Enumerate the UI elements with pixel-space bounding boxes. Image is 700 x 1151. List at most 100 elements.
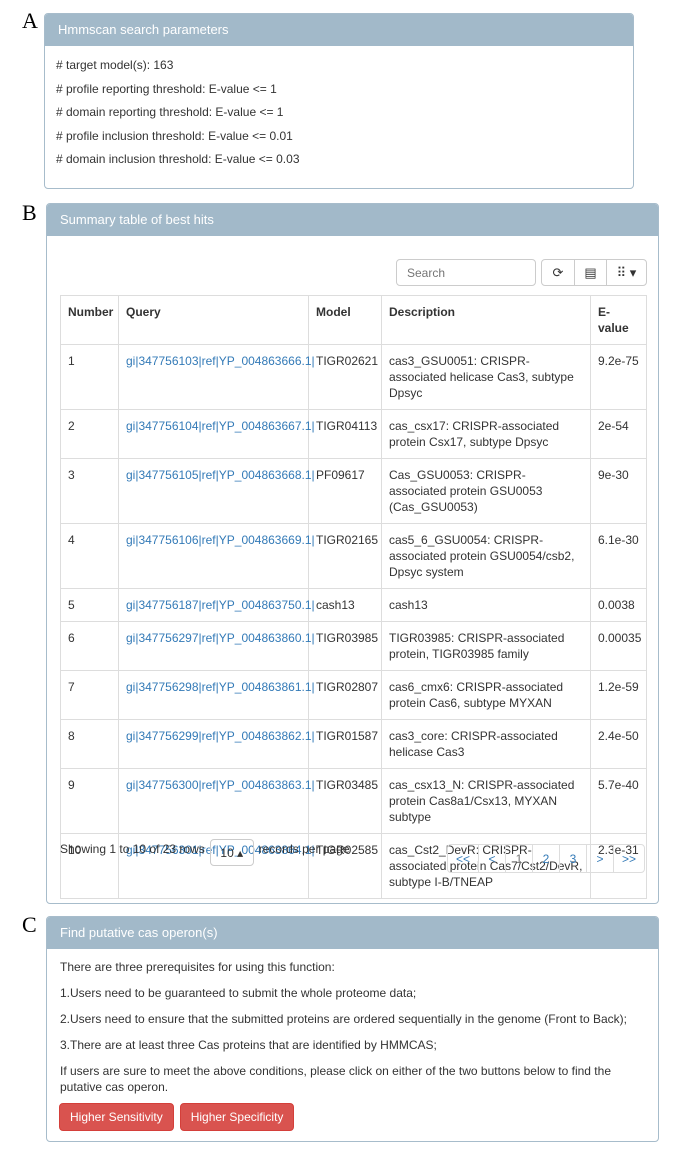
cell-evalue: 9.2e-75: [590, 344, 647, 410]
page-button[interactable]: 1: [504, 845, 532, 872]
cell-query: gi|347756106|ref|YP_004863669.1|: [118, 523, 315, 589]
column-header-description[interactable]: Description: [381, 295, 591, 345]
higher-sensitivity-button[interactable]: Higher Sensitivity: [59, 1103, 174, 1131]
query-link[interactable]: gi|347756106|ref|YP_004863669.1|: [126, 533, 315, 547]
cell-number: 9: [60, 768, 119, 834]
results-table: Number Query Model Description E-value 1 gi|3…: [60, 295, 647, 899]
cell-evalue: 0.0038: [590, 588, 647, 622]
cell-model: TIGR02807: [308, 670, 382, 720]
parameter-line: # profile reporting threshold: E-value <…: [56, 81, 277, 96]
column-header-number[interactable]: Number: [60, 295, 119, 345]
query-link[interactable]: gi|347756104|ref|YP_004863667.1|: [126, 419, 315, 433]
search-parameters-panel: Hmmscan search parameters # target model…: [44, 13, 634, 189]
cell-evalue: 2.4e-50: [590, 719, 647, 769]
cell-model: TIGR02165: [308, 523, 382, 589]
query-link[interactable]: gi|347756105|ref|YP_004863668.1|: [126, 468, 315, 482]
column-header-e-value[interactable]: E-value: [590, 295, 647, 345]
query-link[interactable]: gi|347756187|ref|YP_004863750.1|: [126, 598, 315, 612]
cell-query: gi|347756300|ref|YP_004863863.1|: [118, 768, 315, 834]
operon-text: There are three prerequisites for using …: [60, 960, 335, 974]
query-link[interactable]: gi|347756299|ref|YP_004863862.1|: [126, 729, 315, 743]
page-size-dropdown[interactable]: 10 ▴: [209, 839, 254, 866]
cell-query: gi|347756299|ref|YP_004863862.1|: [118, 719, 315, 769]
cell-number: 7: [60, 670, 119, 720]
query-link[interactable]: gi|347756103|ref|YP_004863666.1|: [126, 354, 315, 368]
parameter-line: # profile inclusion threshold: E-value <…: [56, 128, 293, 143]
panel-title: Find putative cas operon(s): [47, 917, 658, 949]
panel-title: Hmmscan search parameters: [45, 14, 633, 46]
cell-evalue: 6.1e-30: [590, 523, 647, 589]
query-link[interactable]: gi|347756297|ref|YP_004863860.1|: [126, 631, 315, 645]
cell-number: 3: [60, 458, 119, 524]
cell-description: cas_csx13_N: CRISPR-associated protein C…: [381, 768, 591, 834]
operon-text: 2.Users need to ensure that the submitte…: [60, 1012, 627, 1026]
cell-number: 4: [60, 523, 119, 589]
cell-number: 6: [60, 621, 119, 671]
cell-query: gi|347756105|ref|YP_004863668.1|: [118, 458, 315, 524]
cell-number: 1: [60, 344, 119, 410]
cell-evalue: 9e-30: [590, 458, 647, 524]
cell-evalue: 5.7e-40: [590, 768, 647, 834]
cell-model: TIGR03985: [308, 621, 382, 671]
cell-model: TIGR01587: [308, 719, 382, 769]
cell-model: cash13: [308, 588, 382, 622]
cell-model: TIGR03485: [308, 768, 382, 834]
cell-evalue: 0.00035: [590, 621, 647, 671]
page-button[interactable]: 3: [558, 845, 586, 872]
cell-number: 5: [60, 588, 119, 622]
cell-model: TIGR02621: [308, 344, 382, 410]
table-row: 4 gi|347756106|ref|YP_004863669.1| TIGR021…: [60, 523, 647, 589]
cell-description: cas5_6_GSU0054: CRISPR-associated protei…: [381, 523, 591, 589]
cell-model: TIGR04113: [308, 409, 382, 459]
cell-query: gi|347756297|ref|YP_004863860.1|: [118, 621, 315, 671]
operon-panel: Find putative cas operon(s) There are th…: [46, 916, 659, 1142]
table-row: 2 gi|347756104|ref|YP_004863667.1| TIGR041…: [60, 409, 647, 459]
panel-title: Summary table of best hits: [47, 204, 658, 236]
table-row: 3 gi|347756105|ref|YP_004863668.1| PF09617…: [60, 458, 647, 524]
query-link[interactable]: gi|347756300|ref|YP_004863863.1|: [126, 778, 315, 792]
operon-text: 3.There are at least three Cas proteins …: [60, 1038, 437, 1052]
cell-query: gi|347756187|ref|YP_004863750.1|: [118, 588, 315, 622]
page-button[interactable]: <<: [448, 845, 478, 872]
operon-text: 1.Users need to be guaranteed to submit …: [60, 986, 417, 1000]
grid-menu-icon[interactable]: ⠿ ▾: [606, 260, 646, 285]
cell-description: Cas_GSU0053: CRISPR-associated protein G…: [381, 458, 591, 524]
parameter-line: # domain inclusion threshold: E-value <=…: [56, 152, 300, 166]
cell-description: cas6_cmx6: CRISPR-associated protein Cas…: [381, 670, 591, 720]
higher-specificity-button[interactable]: Higher Specificity: [179, 1103, 295, 1131]
pagination: << <1 2 3 > >>: [446, 844, 645, 873]
cell-query: gi|347756104|ref|YP_004863667.1|: [118, 409, 315, 459]
column-header-query[interactable]: Query: [118, 295, 309, 345]
cell-description: TIGR03985: CRISPR-associated protein, TI…: [381, 621, 591, 671]
operon-text: If users are sure to meet the above cond…: [60, 1064, 611, 1094]
table-row: 8 gi|347756299|ref|YP_004863862.1| TIGR015…: [60, 719, 647, 769]
cell-query: gi|347756103|ref|YP_004863666.1|: [118, 344, 315, 410]
cell-query: gi|347756298|ref|YP_004863861.1|: [118, 670, 315, 720]
cell-number: 2: [60, 409, 119, 459]
panel-label-a: A: [22, 8, 38, 33]
panel-label-c: C: [22, 912, 37, 937]
refresh-icon[interactable]: ⟳: [542, 260, 574, 285]
cell-description: cas3_core: CRISPR-associated helicase Ca…: [381, 719, 591, 769]
cell-description: cas_csx17: CRISPR-associated protein Csx…: [381, 409, 591, 459]
table-row: 5 gi|347756187|ref|YP_004863750.1| cash13 c…: [60, 588, 647, 622]
cell-description: cas3_GSU0051: CRISPR-associated helicase…: [381, 344, 591, 410]
column-header-model[interactable]: Model: [308, 295, 382, 345]
page-button[interactable]: <: [477, 845, 505, 872]
cell-number: 8: [60, 719, 119, 769]
cell-evalue: 1.2e-59: [590, 670, 647, 720]
page-button[interactable]: 2: [531, 845, 559, 872]
columns-list-icon[interactable]: ▤: [574, 260, 606, 285]
table-row: 6 gi|347756297|ref|YP_004863860.1| TIGR039…: [60, 621, 647, 671]
rows-info: Showing 1 to 10 of 23 rows: [60, 842, 205, 856]
page-button[interactable]: >>: [612, 845, 644, 872]
table-row: 1 gi|347756103|ref|YP_004863666.1| TIGR026…: [60, 344, 647, 410]
cell-model: PF09617: [308, 458, 382, 524]
page-button[interactable]: >: [585, 845, 613, 872]
per-page-label: records per page: [258, 842, 350, 856]
table-row: 9 gi|347756300|ref|YP_004863863.1| TIGR034…: [60, 768, 647, 834]
search-input[interactable]: [396, 259, 536, 286]
table-row: 7 gi|347756298|ref|YP_004863861.1| TIGR028…: [60, 670, 647, 720]
query-link[interactable]: gi|347756298|ref|YP_004863861.1|: [126, 680, 315, 694]
summary-panel: Summary table of best hits ⟳ ▤ ⠿ ▾ Numbe…: [46, 203, 659, 904]
